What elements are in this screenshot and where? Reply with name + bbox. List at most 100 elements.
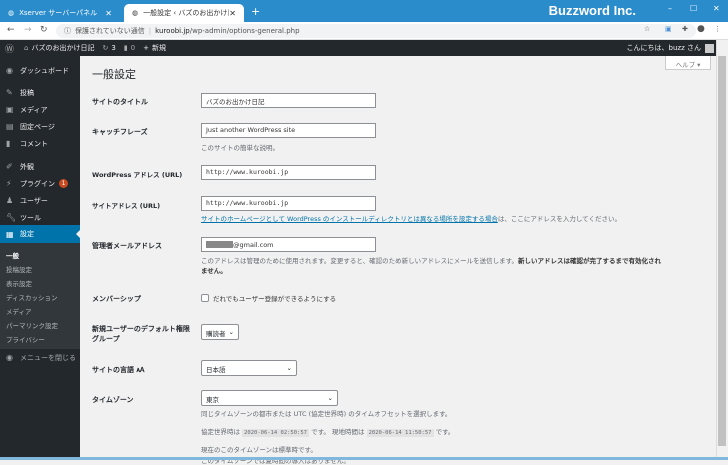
scrollbar-thumb[interactable] (718, 56, 726, 446)
time-readout: 協定世界時は 2020-06-14 02:50:57 です。 現地時間は 202… (201, 428, 455, 437)
page-icon: ▤ (6, 122, 14, 131)
plugin-icon: ⚡ (6, 179, 12, 188)
site-address-help-link[interactable]: サイトのホームページとして WordPress のインストールディレクトリとは異… (201, 215, 498, 223)
dashboard-icon: ◉ (6, 66, 13, 75)
submenu-item-media[interactable]: メディア (6, 306, 32, 316)
utc-time: 2020-06-14 02:50:57 (242, 429, 309, 437)
settings-icon: ▦ (6, 229, 14, 239)
default-role-select[interactable]: 購読者 ⌄ (201, 324, 239, 340)
sidebar-item-users[interactable]: ♟ ユーザー (0, 192, 80, 209)
redacted-block (206, 241, 233, 248)
wordpress-logo-icon[interactable]: Ⓦ (5, 42, 14, 55)
new-content-link[interactable]: 新規 (152, 43, 166, 53)
submenu-item-permalinks[interactable]: パーマリンク設定 (6, 320, 58, 330)
home-icon: ⌂ (24, 44, 29, 52)
browser-tab-active[interactable]: ◍一般設定 ‹ バズのお出かけ日記 — ✕ (124, 4, 244, 22)
translation-icon: 🗚︎ (136, 366, 145, 374)
site-address-description: は、ここにアドレスを入力してください。 (497, 215, 621, 223)
sidebar-item-pages[interactable]: ▤ 固定ページ (0, 118, 80, 135)
extension-icon[interactable]: ▣ (665, 25, 672, 33)
local-time: 2020-06-14 11:50:57 (366, 429, 434, 437)
account-greeting[interactable]: こんにちは、buzz さん (627, 43, 701, 53)
puzzle-icon[interactable]: ✚ (682, 25, 688, 33)
collapse-menu-button[interactable]: ◉ メニューを閉じる (0, 349, 80, 366)
star-icon[interactable]: ☆ (644, 25, 650, 33)
forward-icon[interactable]: → (24, 25, 32, 35)
settings-submenu: 一般 投稿設定 表示設定 ディスカッション メディア パーマリンク設定 プライバ… (0, 243, 80, 349)
close-window-button[interactable]: ✕ (713, 4, 720, 13)
updates-link[interactable]: 3 (111, 44, 115, 52)
default-role-label: 新規ユーザーのデフォルト権限グループ (92, 325, 190, 343)
minimize-button[interactable]: – (668, 4, 672, 13)
admin-email-label: 管理者メールアドレス (92, 242, 162, 250)
page-title: 一般設定 (92, 68, 136, 81)
back-icon[interactable]: ← (7, 25, 15, 35)
site-address-label: サイトアドレス (URL) (92, 202, 161, 210)
sidebar-item-posts[interactable]: ✎ 投稿 (0, 84, 80, 101)
chevron-down-icon: ⌄ (228, 328, 234, 336)
submenu-item-writing[interactable]: 投稿設定 (6, 264, 32, 274)
language-label: サイトの言語 🗚︎ (92, 366, 145, 374)
close-tab-icon[interactable]: ✕ (105, 9, 112, 18)
admin-email-input[interactable]: @gmail.com (201, 237, 376, 252)
globe-icon: ◍ (8, 9, 15, 17)
sidebar-item-plugins[interactable]: ⚡ プラグイン 1 (0, 175, 80, 192)
submenu-item-reading[interactable]: 表示設定 (6, 278, 32, 288)
membership-label: メンバーシップ (92, 295, 141, 303)
membership-checkbox[interactable] (201, 294, 209, 302)
sidebar-item-tools[interactable]: 🔧︎ ツール (0, 209, 80, 226)
submenu-item-discussion[interactable]: ディスカッション (6, 292, 58, 302)
info-icon: ⓘ (64, 27, 71, 35)
comment-icon: ▮ (123, 44, 128, 52)
timezone-description: 同じタイムゾーンの都市または UTC (協定世界時) のタイムオフセットを選択し… (201, 410, 452, 418)
wp-address-input[interactable]: http://www.kuroobi.jp (201, 165, 376, 180)
admin-sidebar: ◉ ダッシュボード ✎ 投稿 ▣ メディア ▤ 固定ページ ▮ コメント ✐ 外観 ⚡ プラグ… (0, 56, 80, 460)
tagline-description: このサイトの簡単な説明。 (201, 144, 279, 152)
updates-icon: ↻ (102, 44, 109, 52)
sidebar-item-media[interactable]: ▣ メディア (0, 101, 80, 118)
help-tab-button[interactable]: ヘルプ ▾ (665, 56, 711, 70)
plugin-update-badge: 1 (59, 179, 68, 188)
menu-icon[interactable]: ⋮ (714, 25, 721, 33)
brand-logo: Buzzword Inc. (548, 3, 636, 18)
pin-icon: ✎ (6, 88, 13, 97)
main-content: 一般設定 ヘルプ ▾ サイトのタイトル バズのお出かけ日記 キャッチフレーズ J… (80, 56, 716, 465)
globe-icon: ◍ (132, 9, 139, 17)
admin-email-description: このアドレスは管理のために使用されます。変更すると、確認のため新しいアドレスにメ… (201, 257, 661, 275)
submenu-item-general[interactable]: 一般 (6, 250, 19, 260)
sidebar-item-dashboard[interactable]: ◉ ダッシュボード (0, 62, 80, 79)
close-tab-icon[interactable]: ✕ (229, 9, 236, 18)
collapse-icon: ◉ (6, 353, 13, 362)
timezone-select[interactable]: 東京 ⌄ (201, 390, 338, 406)
language-select[interactable]: 日本語 ⌄ (201, 360, 297, 376)
tagline-input[interactable]: Just another WordPress site (201, 123, 376, 138)
avatar[interactable] (705, 43, 714, 53)
maximize-button[interactable]: ☐ (690, 4, 697, 13)
new-tab-button[interactable]: + (251, 5, 260, 18)
site-address-input[interactable]: http://www.kuroobi.jp (201, 196, 376, 211)
submenu-item-privacy[interactable]: プライバシー (6, 334, 45, 344)
membership-checkbox-label[interactable]: だれでもユーザー登録ができるようにする (213, 293, 336, 303)
comments-link[interactable]: 0 (131, 44, 135, 52)
site-title-label: サイトのタイトル (92, 98, 148, 106)
sidebar-item-comments[interactable]: ▮ コメント (0, 135, 80, 152)
wp-address-label: WordPress アドレス (URL) (92, 171, 183, 179)
browser-tab-bar: ◍Xserver サーバーパネル✕ ◍一般設定 ‹ バズのお出かけ日記 — ✕ … (0, 0, 728, 22)
browser-tab[interactable]: ◍ Xserver サーバーパネル ✕ (0, 4, 120, 22)
media-icon: ▣ (6, 105, 14, 114)
timezone-label: タイムゾーン (92, 396, 134, 404)
sidebar-item-appearance[interactable]: ✐ 外観 (0, 158, 80, 175)
url-input[interactable]: ⓘ 保護されていない通信 | kuroobi.jp/wp-admin/options-… (56, 24, 696, 38)
wp-admin-bar: Ⓦ ⌂ バズのお出かけ日記 ↻ 3 ▮ 0 + 新規 こんにちは、buzz さん (0, 40, 728, 56)
profile-icon[interactable]: ● (697, 24, 705, 34)
site-title-input[interactable]: バズのお出かけ日記 (201, 93, 376, 108)
site-name-link[interactable]: バズのお出かけ日記 (31, 43, 94, 53)
user-icon: ♟ (6, 196, 14, 205)
brush-icon: ✐ (6, 162, 13, 171)
reload-icon[interactable]: ↻ (40, 25, 48, 35)
plus-icon: + (143, 44, 150, 52)
address-bar: ← → ↻ ⓘ 保護されていない通信 | kuroobi.jp/wp-admin/op… (0, 22, 728, 40)
wrench-icon: 🔧︎ (6, 213, 17, 222)
sidebar-item-settings[interactable]: ▦ 設定 (0, 225, 80, 243)
chevron-down-icon: ⌄ (327, 394, 333, 402)
